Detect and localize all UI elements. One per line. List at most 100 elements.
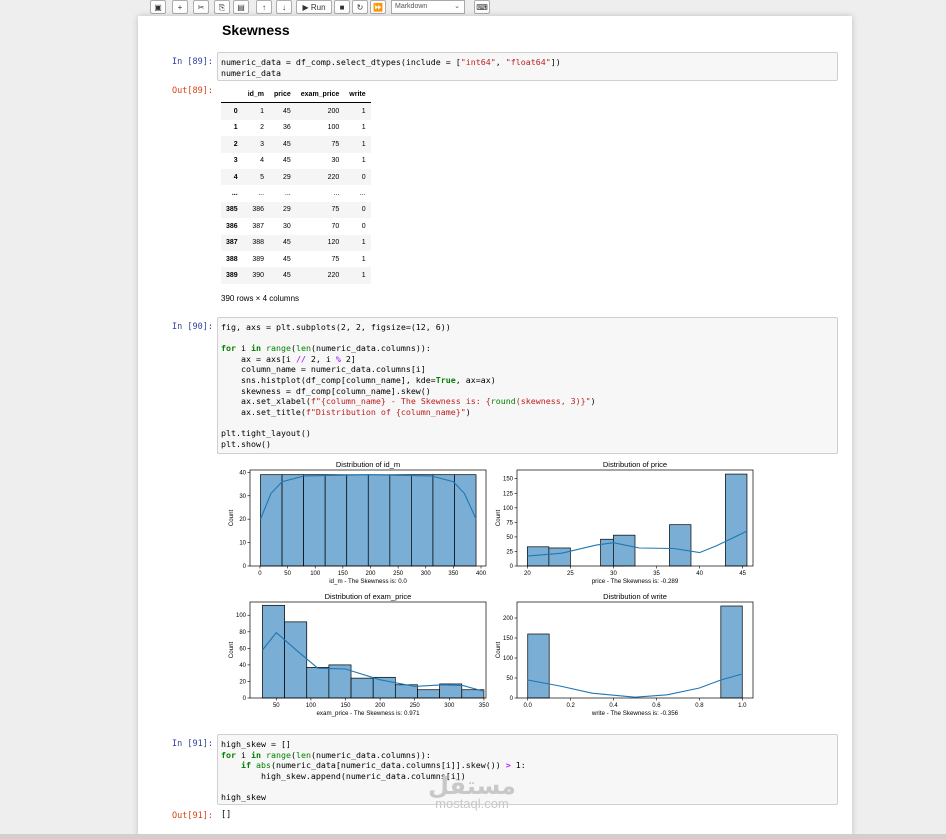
chart-bar: [613, 534, 636, 567]
row-index: 2: [233, 140, 238, 148]
chart-bar: [262, 604, 285, 699]
x-tick-label: 40: [696, 571, 703, 577]
x-tick-label: 1.0: [738, 703, 747, 709]
table-cell: ...: [333, 190, 340, 198]
kde-line: [527, 673, 743, 698]
code-line: ax = axs[i // 2, i % 2]: [221, 353, 356, 364]
x-tick-label: 45: [739, 571, 746, 577]
y-tick-label: 10: [239, 541, 246, 547]
y-tick-label: 30: [239, 494, 246, 500]
x-tick-label: 100: [306, 703, 317, 709]
chart-bar: [432, 474, 455, 567]
table-row: 388 389 45 75 1: [221, 251, 371, 267]
chart-bar: [725, 473, 748, 567]
x-tick-label: 35: [653, 571, 660, 577]
table-cell: 30: [282, 222, 291, 230]
y-tick-label: 150: [503, 636, 514, 642]
stop-icon[interactable]: ■: [334, 0, 350, 14]
table-header-row: id_m price exam_price write: [221, 86, 371, 104]
x-tick-label: 25: [567, 571, 574, 577]
y-tick-label: 0: [243, 564, 247, 570]
move-down-icon[interactable]: ↓: [276, 0, 292, 14]
input-prompt-89: In [89]:: [172, 57, 213, 67]
restart-icon[interactable]: ↻: [352, 0, 368, 14]
y-tick-label: 80: [239, 630, 246, 636]
restart-run-all-icon[interactable]: ⏩: [370, 0, 386, 14]
copy-icon[interactable]: ⎘: [214, 0, 230, 14]
row-index: 1: [233, 124, 238, 132]
table-row: ...............: [221, 185, 371, 201]
table-cell: 45: [282, 271, 291, 279]
chart-bar: [548, 547, 571, 567]
chart-bar: [367, 474, 391, 567]
code-cell-90[interactable]: fig, axs = plt.subplots(2, 2, figsize=(1…: [217, 317, 838, 454]
table-cell: 45: [282, 239, 291, 247]
column-header: exam_price: [295, 86, 345, 104]
y-axis-label: Count: [228, 509, 235, 526]
table-cell: 389: [252, 255, 265, 263]
y-tick-label: 40: [239, 663, 246, 669]
x-tick-label: 0.6: [652, 703, 661, 709]
y-tick-label: 50: [506, 535, 513, 541]
table-cell: 29: [282, 206, 291, 214]
y-tick-label: 20: [239, 679, 246, 685]
y-tick-label: 100: [503, 506, 514, 512]
table-cell: 36: [282, 124, 291, 132]
code-line: high_skew: [221, 791, 266, 802]
code-line: fig, axs = plt.subplots(2, 2, figsize=(1…: [221, 322, 451, 332]
y-tick-label: 60: [239, 646, 246, 652]
chart-title: Distribution of write: [603, 592, 667, 601]
x-tick-label: 300: [444, 703, 455, 709]
x-tick-label: 0.0: [524, 703, 533, 709]
keyboard-icon[interactable]: ⌨: [474, 0, 490, 14]
chart-bar: [350, 677, 374, 699]
x-tick-label: 0.2: [566, 703, 575, 709]
table-cell: 120: [327, 239, 340, 247]
y-tick-label: 100: [236, 613, 247, 619]
code-cell-89[interactable]: numeric_data = df_comp.select_dtypes(inc…: [217, 52, 838, 81]
chart-bar: [417, 689, 440, 699]
x-tick-label: 150: [340, 703, 351, 709]
table-cell: 220: [327, 173, 340, 181]
x-tick-label: 300: [421, 571, 432, 577]
table-cell: 1: [361, 255, 366, 263]
cut-icon[interactable]: ✂: [193, 0, 209, 14]
dataframe-shape-note: 390 rows × 4 columns: [221, 294, 300, 303]
bottom-scrollbar[interactable]: [0, 834, 946, 839]
paste-icon[interactable]: ▤: [233, 0, 249, 14]
table-cell: 1: [361, 108, 366, 116]
table-cell: 1: [361, 140, 366, 148]
x-tick-label: 30: [610, 571, 617, 577]
table-cell: 2: [260, 124, 265, 132]
table-cell: 0: [361, 222, 366, 230]
x-tick-label: 350: [448, 571, 459, 577]
run-label: Run: [310, 3, 326, 12]
table-row: 2 3 45 75 1: [221, 136, 371, 153]
move-up-icon[interactable]: ↑: [256, 0, 272, 14]
cell-type-select[interactable]: Markdown ⌄: [391, 0, 465, 14]
cell-type-value: Markdown: [395, 3, 428, 10]
row-index: 386: [226, 222, 238, 230]
chart-bar: [324, 474, 348, 567]
save-icon[interactable]: ▣: [150, 0, 166, 14]
table-cell: 70: [331, 222, 340, 230]
y-tick-label: 0: [510, 696, 514, 702]
code-line: plt.tight_layout(): [221, 427, 311, 438]
table-cell: 0: [361, 173, 366, 181]
chart-bar: [284, 621, 308, 699]
chart-bar: [346, 474, 369, 567]
column-header: write: [344, 86, 371, 104]
row-index: 4: [233, 173, 238, 181]
x-tick-label: 50: [273, 703, 280, 709]
insert-cell-icon[interactable]: +: [172, 0, 188, 14]
output-prompt-89: Out[89]:: [172, 86, 213, 96]
row-index: 387: [226, 239, 238, 247]
table-cell: ...: [359, 190, 366, 198]
table-cell: 1: [361, 157, 366, 165]
chart-bar: [281, 474, 304, 567]
table-cell: ...: [258, 190, 265, 198]
code-line: column_name = numeric_data.columns[i]: [221, 364, 426, 375]
y-tick-label: 50: [506, 676, 513, 682]
run-button[interactable]: ▶ Run: [296, 0, 332, 14]
chart-bar: [306, 667, 330, 699]
